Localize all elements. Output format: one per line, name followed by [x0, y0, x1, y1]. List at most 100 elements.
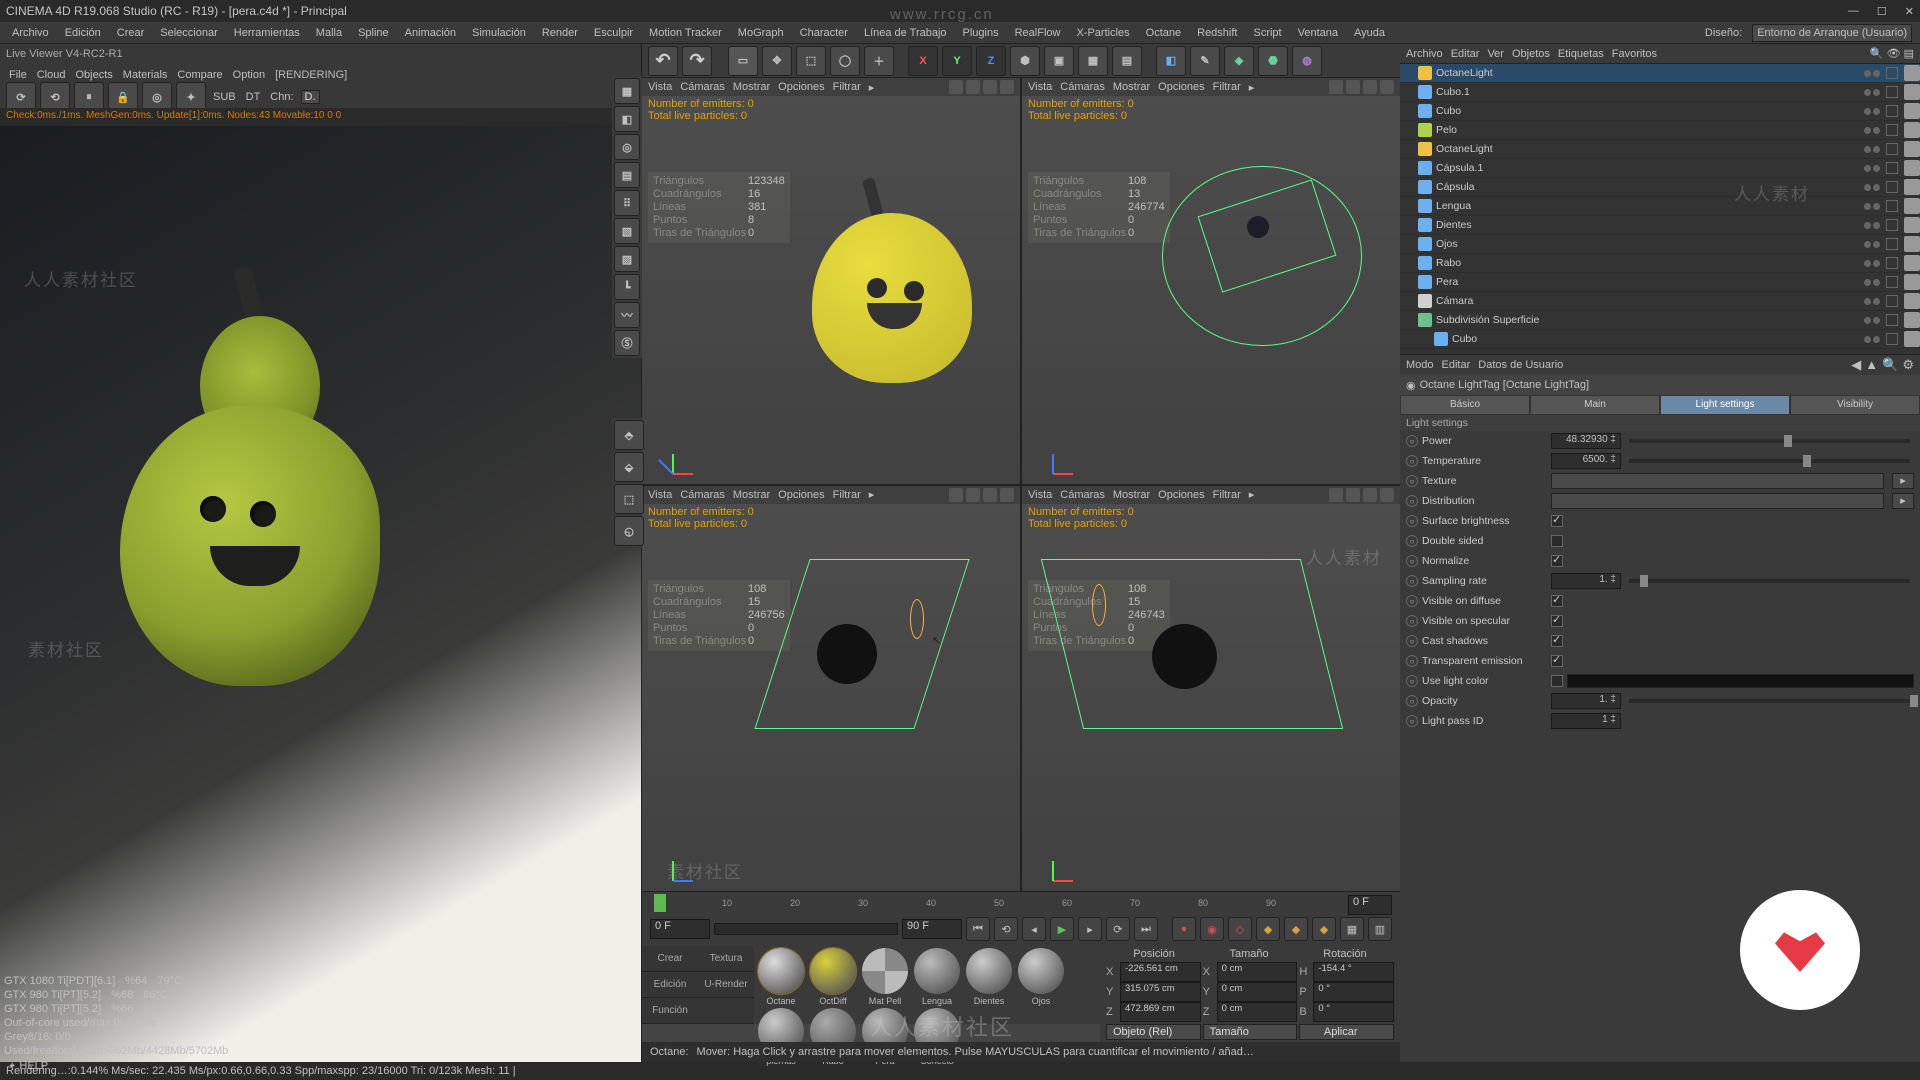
object-enable-toggle[interactable]	[1886, 181, 1898, 193]
property-checkbox[interactable]	[1551, 635, 1563, 647]
attr-menu-modo[interactable]: Modo	[1406, 359, 1434, 371]
object-tag-icon[interactable]	[1904, 274, 1920, 290]
workplane-icon[interactable]: ▤	[614, 162, 640, 188]
object-row[interactable]: OctaneLight	[1400, 64, 1920, 83]
attr-up-icon[interactable]: ▲	[1865, 357, 1878, 373]
color-swatch[interactable]	[1567, 674, 1914, 688]
attr-menu-editar[interactable]: Editar	[1442, 359, 1471, 371]
property-checkbox[interactable]	[1551, 615, 1563, 627]
object-row[interactable]: Cubo.1	[1400, 83, 1920, 102]
menu-item[interactable]: Malla	[312, 25, 346, 41]
viewport-front[interactable]: VistaCámarasMostrarOpcionesFiltrar▸ Numb…	[1022, 486, 1400, 892]
property-value-field[interactable]: 1. ‡	[1551, 573, 1621, 589]
menu-item[interactable]: RealFlow	[1011, 25, 1065, 41]
timeline-ruler[interactable]: 0 10 20 30 40 50 60 70 80 90 0 F	[644, 894, 1398, 914]
object-enable-toggle[interactable]	[1886, 162, 1898, 174]
om-menu-archivo[interactable]: Archivo	[1406, 48, 1443, 60]
om-eye-icon[interactable]: 👁	[1887, 47, 1901, 60]
menu-item[interactable]: MoGraph	[734, 25, 788, 41]
material-swatch[interactable]: Ojos	[1016, 948, 1066, 1006]
object-tag-icon[interactable]	[1904, 65, 1920, 81]
object-row[interactable]: Dientes	[1400, 216, 1920, 235]
anim-dot-icon[interactable]: ○	[1406, 655, 1418, 667]
coord-rot-field[interactable]: 0 °	[1313, 1002, 1394, 1022]
object-tag-icon[interactable]	[1904, 84, 1920, 100]
object-row[interactable]: Lengua	[1400, 197, 1920, 216]
menu-item[interactable]: Animación	[401, 25, 460, 41]
coord-rot-field[interactable]: -154.4 °	[1313, 962, 1394, 982]
menu-item[interactable]: Edición	[61, 25, 105, 41]
rot-key-icon[interactable]: ◆	[1312, 917, 1336, 941]
menu-item[interactable]: Render	[538, 25, 582, 41]
vp-nav-icon[interactable]	[983, 80, 997, 94]
object-row[interactable]: Rabo	[1400, 254, 1920, 273]
workplane-z-icon[interactable]: ⬚	[614, 484, 644, 514]
object-enable-toggle[interactable]	[1886, 67, 1898, 79]
property-slider[interactable]	[1629, 459, 1910, 463]
close-button[interactable]: ✕	[1905, 5, 1914, 18]
goto-end-button[interactable]: ⏭	[1134, 917, 1158, 941]
object-row[interactable]: Subdivisión Superficie	[1400, 311, 1920, 330]
anim-dot-icon[interactable]: ○	[1406, 635, 1418, 647]
next-frame-button[interactable]: ▸	[1078, 917, 1102, 941]
anim-dot-icon[interactable]: ○	[1406, 575, 1418, 587]
property-value-field[interactable]: 6500. ‡	[1551, 453, 1621, 469]
om-menu-favoritos[interactable]: Favoritos	[1612, 48, 1657, 60]
layout-dropdown[interactable]: Entorno de Arranque (Usuario)	[1752, 24, 1912, 42]
property-value-field[interactable]: 1 ‡	[1551, 713, 1621, 729]
menu-item[interactable]: Crear	[113, 25, 149, 41]
vp-menu-camaras[interactable]: Cámaras	[680, 81, 725, 93]
om-filter-icon[interactable]: ▤	[1904, 47, 1914, 60]
property-texture-button[interactable]	[1551, 493, 1884, 509]
object-row[interactable]: Pera	[1400, 273, 1920, 292]
coord-object-dropdown[interactable]: Objeto (Rel)	[1106, 1024, 1201, 1040]
object-tag-icon[interactable]	[1904, 293, 1920, 309]
lv-menu-options[interactable]: Option	[230, 69, 268, 81]
object-tag-icon[interactable]	[1904, 255, 1920, 271]
property-checkbox[interactable]	[1551, 555, 1563, 567]
object-tag-icon[interactable]	[1904, 103, 1920, 119]
anim-dot-icon[interactable]: ○	[1406, 675, 1418, 687]
points-mode-icon[interactable]: ⠿	[614, 190, 640, 216]
om-menu-objetos[interactable]: Objetos	[1512, 48, 1550, 60]
object-row[interactable]: Pelo	[1400, 121, 1920, 140]
object-enable-toggle[interactable]	[1886, 105, 1898, 117]
goto-start-button[interactable]: ⏮	[966, 917, 990, 941]
attr-tab-basico[interactable]: Básico	[1400, 395, 1530, 415]
keyframe-button[interactable]: ◇	[1228, 917, 1252, 941]
om-search-icon[interactable]: 🔍	[1870, 47, 1884, 60]
menu-item[interactable]: Character	[796, 25, 852, 41]
menu-item[interactable]: Ayuda	[1350, 25, 1389, 41]
material-swatch[interactable]: OctDiff	[808, 948, 858, 1006]
object-tag-icon[interactable]	[1904, 198, 1920, 214]
coord-pos-field[interactable]: 315.075 cm	[1120, 982, 1201, 1002]
rotate-tool[interactable]: ◯	[830, 46, 860, 76]
viewport-perspective[interactable]: Vista Cámaras Mostrar Opciones Filtrar ▸…	[642, 78, 1020, 484]
object-enable-toggle[interactable]	[1886, 124, 1898, 136]
texture-mode-icon[interactable]: ◎	[614, 134, 640, 160]
attr-tab-visibility[interactable]: Visibility	[1790, 395, 1920, 415]
vp-menu-vista[interactable]: Vista	[648, 81, 672, 93]
anim-dot-icon[interactable]: ○	[1406, 615, 1418, 627]
lv-chn-dropdown[interactable]: D.	[301, 90, 320, 104]
render-view-button[interactable]: ▣	[1044, 46, 1074, 76]
menu-item[interactable]: X-Particles	[1072, 25, 1133, 41]
vp-menu-filtrar[interactable]: Filtrar	[833, 81, 861, 93]
object-row[interactable]: Ojos	[1400, 235, 1920, 254]
workplane-x-icon[interactable]: ⬘	[614, 420, 644, 450]
tweak-mode-icon[interactable]: 〰	[614, 302, 640, 328]
minimize-button[interactable]: —	[1848, 5, 1859, 18]
axis-y-toggle[interactable]: Y	[942, 46, 972, 76]
material-swatch[interactable]: Dientes	[964, 948, 1014, 1006]
polys-mode-icon[interactable]: ▨	[614, 246, 640, 272]
menu-item[interactable]: Spline	[354, 25, 393, 41]
menu-item[interactable]: Motion Tracker	[645, 25, 726, 41]
floating-logo-button[interactable]	[1740, 890, 1860, 1010]
object-tag-icon[interactable]	[1904, 141, 1920, 157]
prev-frame-button[interactable]: ◂	[1022, 917, 1046, 941]
object-row[interactable]: Cámara	[1400, 292, 1920, 311]
deformer-button[interactable]: ◍	[1292, 46, 1322, 76]
edges-mode-icon[interactable]: ▧	[614, 218, 640, 244]
property-checkbox[interactable]	[1551, 595, 1563, 607]
lv-menu-objects[interactable]: Objects	[72, 69, 115, 81]
